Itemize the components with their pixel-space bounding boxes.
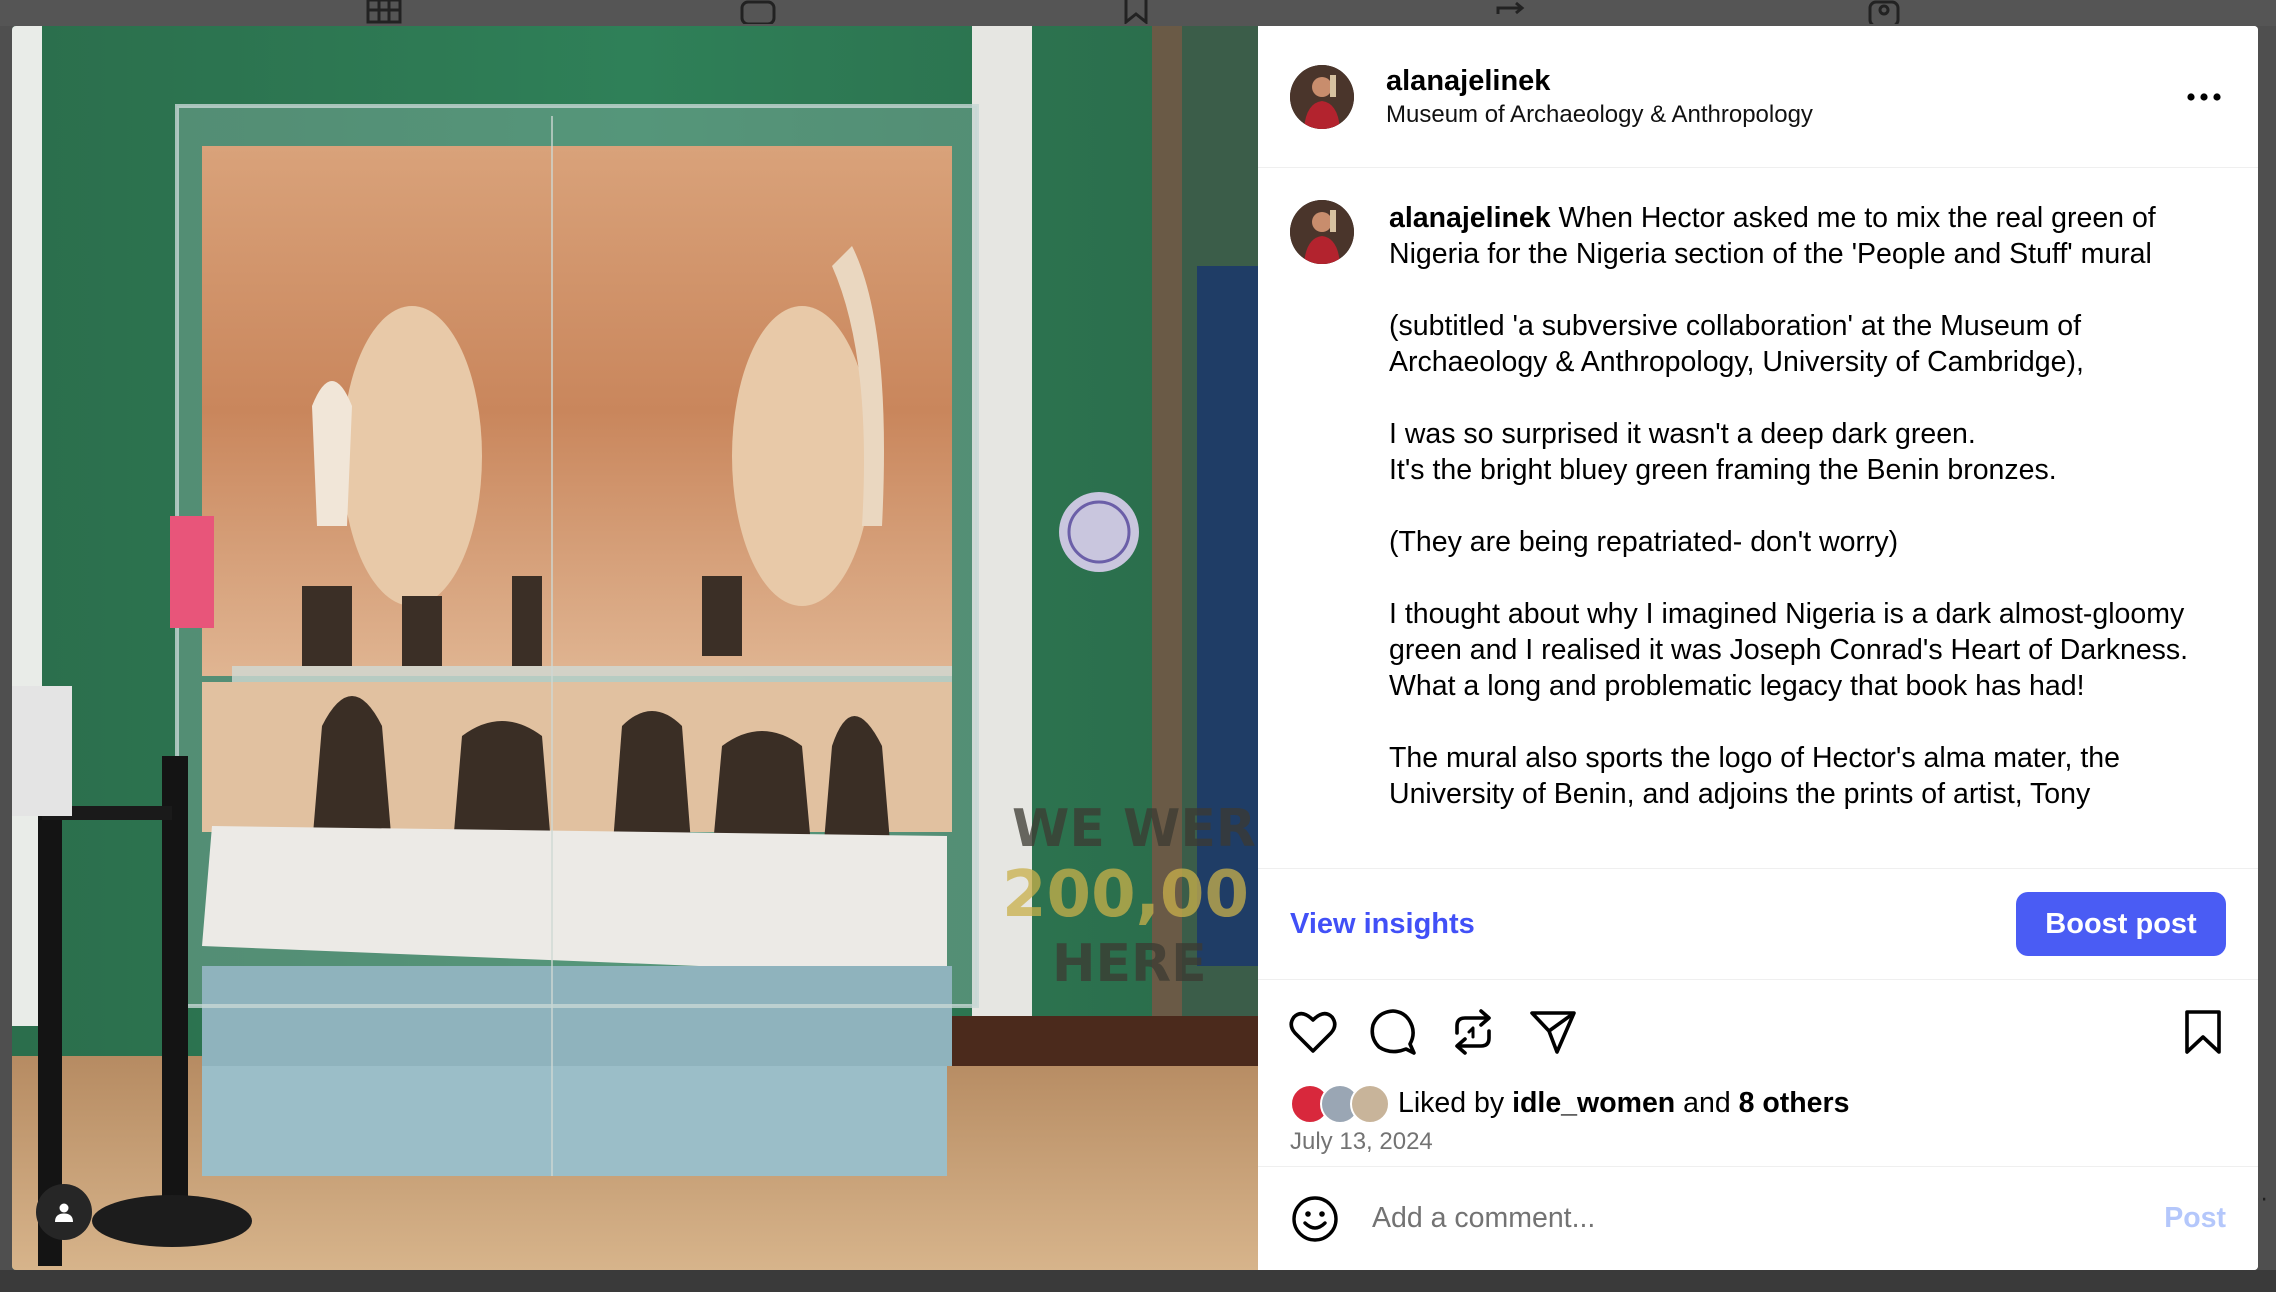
avatar-image [1290, 200, 1354, 264]
likes-others-link[interactable]: 8 others [1739, 1087, 1850, 1119]
user-tag-icon [55, 1203, 73, 1222]
post-side-panel: alanajelinek Museum of Archaeology & Ant… [1258, 26, 2258, 1270]
avatar-image [1290, 64, 1354, 129]
reels-icon [740, 0, 776, 24]
author-username[interactable]: alanajelinek [1386, 63, 2182, 99]
reposts-icon [1496, 1, 1525, 15]
author-avatar[interactable] [1290, 64, 1354, 129]
save-button[interactable] [2178, 1007, 2228, 1057]
more-options-icon [2187, 92, 2221, 101]
boost-post-button[interactable]: Boost post [2016, 892, 2226, 956]
paper-plane-icon [1530, 1011, 1576, 1054]
mural-text-line-3: HERE [1052, 934, 1207, 994]
emoji-icon[interactable] [1290, 1194, 1340, 1244]
tagged-icon [1868, 0, 1900, 24]
user-tag-button[interactable] [36, 1184, 92, 1240]
post-location[interactable]: Museum of Archaeology & Anthropology [1386, 99, 2182, 131]
likes-prefix: Liked by [1398, 1086, 1505, 1119]
caption-paragraph: (subtitled 'a subversive collaboration' … [1389, 310, 2084, 378]
liker-avatar[interactable] [1350, 1084, 1390, 1124]
background-grid-strip [0, 1270, 2276, 1292]
post-comment-button[interactable]: Post [2164, 1202, 2226, 1235]
caption-username[interactable]: alanajelinek [1389, 202, 1551, 234]
insights-bar: View insights Boost post [1258, 868, 2258, 980]
caption-section: alanajelinek When Hector asked me to mix… [1258, 168, 2258, 868]
comment-button[interactable] [1368, 1007, 1418, 1057]
likes-conjunction: and [1683, 1086, 1731, 1119]
repost-button[interactable] [1448, 1007, 1498, 1057]
caption-paragraph: I thought about why I imagined Nigeria i… [1389, 598, 2189, 702]
top-liker-username[interactable]: idle_women [1512, 1087, 1675, 1119]
share-button[interactable] [1528, 1007, 1578, 1057]
grid-icon [366, 0, 402, 24]
post-actions [1258, 980, 2258, 1084]
post-date[interactable]: July 13, 2024 [1258, 1128, 2258, 1160]
more-options-button[interactable] [2182, 75, 2226, 119]
likes-summary: Liked by idle_women and 8 others [1258, 1084, 2258, 1124]
caption-author-avatar[interactable] [1290, 200, 1354, 264]
caption-paragraph: I was so surprised it wasn't a deep dark… [1389, 418, 2057, 486]
background-profile-tabs [0, 0, 2276, 26]
caption-paragraph: alanajelinek When Hector asked me to mix… [1389, 200, 2219, 272]
repost-icon [1455, 1009, 1491, 1055]
heart-icon [1289, 1011, 1337, 1053]
saved-icon [1124, 0, 1148, 24]
caption-paragraph: The mural also sports the logo of Hector… [1389, 742, 2120, 810]
caption-paragraph: (They are being repatriated- don't worry… [1389, 526, 1899, 558]
post-header: alanajelinek Museum of Archaeology & Ant… [1258, 26, 2258, 168]
likes-text: Liked by idle_women and 8 others [1398, 1087, 1849, 1120]
comment-input[interactable] [1370, 1201, 2165, 1236]
comment-composer: Post [1258, 1166, 2258, 1270]
like-button[interactable] [1288, 1007, 1338, 1057]
bookmark-icon [2185, 1010, 2221, 1054]
mural-text-line-2: 200,00 [1002, 858, 1249, 932]
view-insights-link[interactable]: View insights [1290, 908, 1475, 941]
post-modal: WE WERE 200,00 HERE alanajelinek [12, 26, 2258, 1270]
liker-avatars [1290, 1084, 1390, 1124]
photo-image: WE WERE 200,00 HERE [12, 26, 1258, 1270]
mural-text-line-1: WE WERE [1012, 799, 1258, 859]
comment-bubble-icon [1370, 1009, 1416, 1055]
caption-text: alanajelinek When Hector asked me to mix… [1389, 200, 2219, 868]
post-photo[interactable]: WE WERE 200,00 HERE [12, 26, 1258, 1270]
